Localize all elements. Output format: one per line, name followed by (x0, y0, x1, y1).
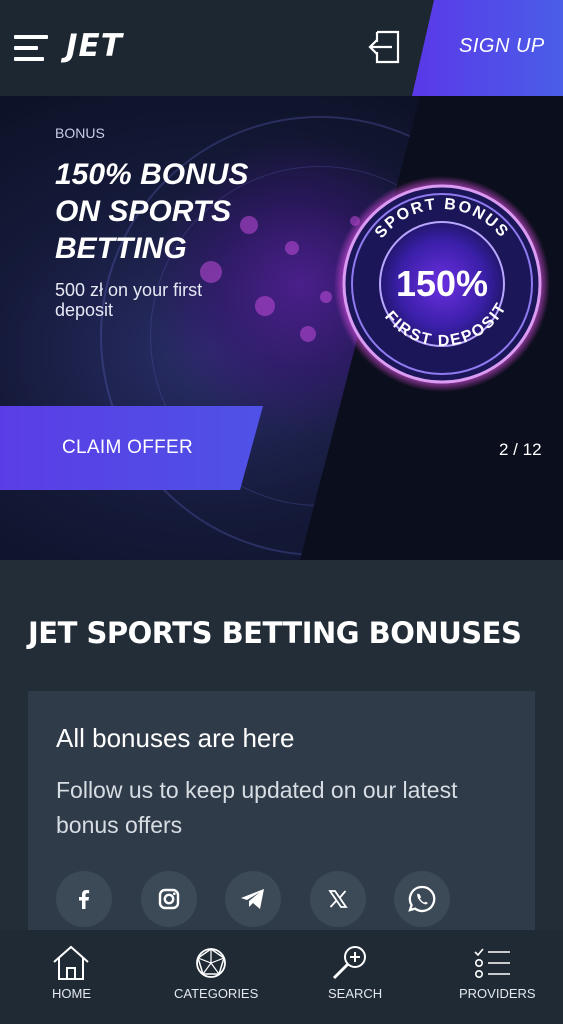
nav-item-categories[interactable]: CATEGORIES (168, 930, 258, 1024)
telegram-icon (241, 889, 264, 909)
nav-item-search[interactable]: SEARCH (320, 930, 382, 1024)
nav-label-categories: CATEGORIES (174, 986, 259, 1001)
jet-logo[interactable]: JET (66, 28, 123, 64)
svg-text:150%: 150% (396, 263, 488, 304)
whatsapp-icon (408, 885, 436, 913)
search-icon (332, 946, 366, 980)
bonuses-card: All bonuses are here Follow us to keep u… (28, 691, 535, 936)
section-title: JET SPORTS BETTING BONUSES (28, 616, 522, 650)
login-icon[interactable] (368, 28, 406, 66)
banner-tag: BONUS (55, 125, 105, 141)
promo-banner[interactable]: BONUS 150% BONUS ON SPORTS BETTING 500 z… (0, 96, 563, 560)
nav-label-providers: PROVIDERS (459, 986, 536, 1001)
providers-icon (474, 948, 510, 978)
home-icon (53, 945, 89, 980)
categories-icon (196, 948, 226, 978)
nav-item-providers[interactable]: PROVIDERS (450, 930, 536, 1024)
nav-label-search: SEARCH (328, 986, 383, 1001)
nav-item-home[interactable]: HOME (40, 930, 102, 1024)
banner-subtitle: 500 zł on your first deposit (55, 280, 203, 320)
claim-offer-button[interactable]: CLAIM OFFER (0, 406, 263, 490)
menu-icon[interactable] (14, 33, 50, 63)
nav-label-home: HOME (52, 986, 91, 1001)
claim-offer-label: CLAIM OFFER (62, 437, 194, 458)
banner-pager: 2 / 12 (499, 440, 542, 459)
instagram-icon (158, 888, 180, 910)
telegram-link[interactable] (225, 871, 281, 927)
instagram-link[interactable] (141, 871, 197, 927)
card-title: All bonuses are here (56, 723, 295, 753)
x-link[interactable] (310, 871, 366, 927)
sign-up-button[interactable]: SIGN UP (412, 0, 563, 96)
bottom-navigation: HOME CATEGORIES SEARCH PROVIDERS (0, 930, 563, 1024)
whatsapp-link[interactable] (394, 871, 450, 927)
card-text: Follow us to keep updated on our latest … (56, 777, 458, 838)
facebook-link[interactable] (56, 871, 112, 927)
top-header: JET SIGN UP (0, 0, 563, 96)
sign-up-label: SIGN UP (459, 35, 545, 57)
x-icon (328, 890, 348, 908)
bonus-medal: SPORT BONUS FIRST DEPOSIT 150% (332, 174, 552, 394)
facebook-icon (79, 890, 90, 909)
banner-title: 150% BONUS ON SPORTS BETTING (55, 158, 249, 265)
